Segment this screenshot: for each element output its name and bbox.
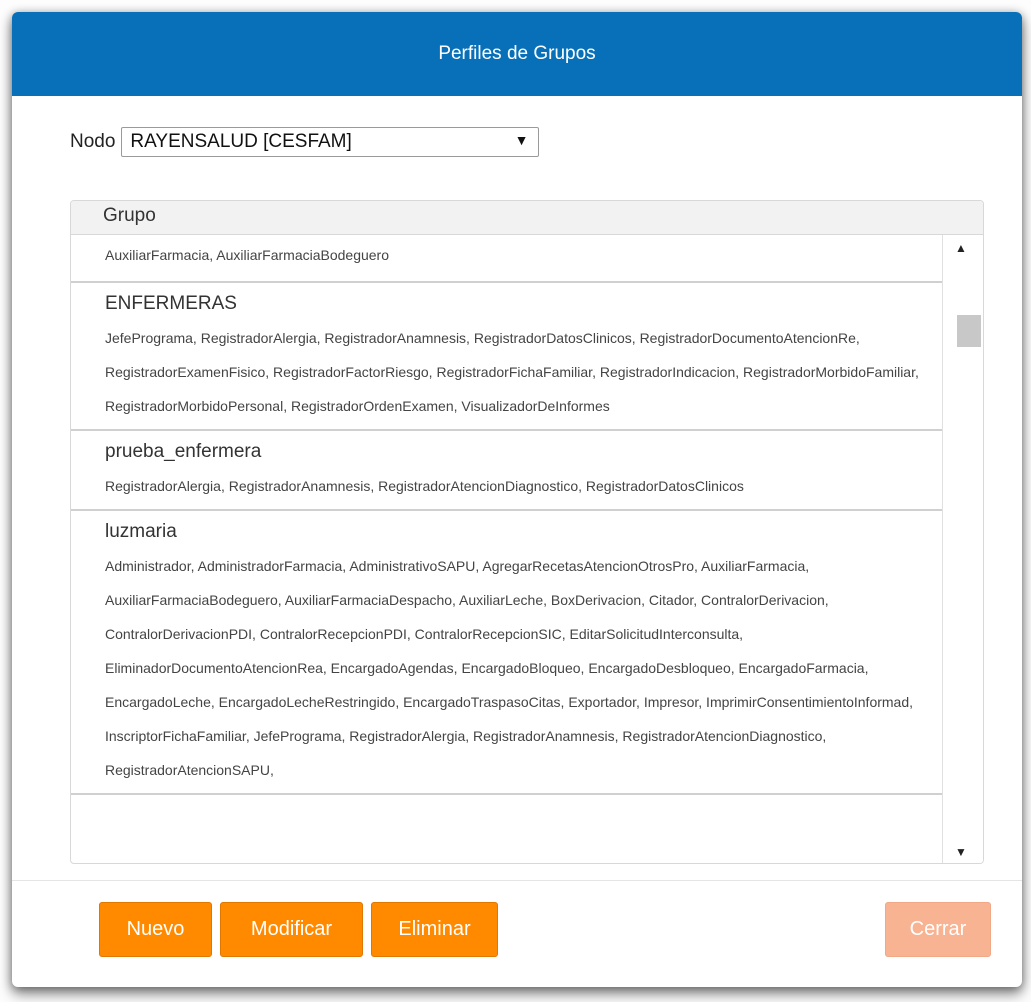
nodo-row: Nodo RAYENSALUD [CESFAM] ▼ [70,127,540,157]
grupos-grid: Grupo AuxiliarFarmacia, AuxiliarFarmacia… [70,200,984,864]
nodo-select-value: RAYENSALUD [CESFAM] [130,131,352,152]
nuevo-button[interactable]: Nuevo [99,902,212,957]
perfiles-grupos-dialog: Perfiles de Grupos Nodo RAYENSALUD [CESF… [12,12,1022,987]
cerrar-button[interactable]: Cerrar [885,902,991,957]
table-row[interactable]: AuxiliarFarmacia, AuxiliarFarmaciaBodegu… [71,235,945,283]
scroll-down-arrow-icon[interactable]: ▼ [955,845,967,859]
table-row[interactable]: prueba_enfermera RegistradorAlergia, Reg… [71,431,945,511]
grid-body: AuxiliarFarmacia, AuxiliarFarmaciaBodegu… [71,235,945,863]
row-perms: AuxiliarFarmacia, AuxiliarFarmaciaBodegu… [105,247,390,263]
dialog-titlebar: Perfiles de Grupos [12,12,1022,96]
row-perms: JefePrograma, RegistradorAlergia, Regist… [105,330,919,414]
row-name: luzmaria [105,521,177,542]
grid-header-grupo[interactable]: Grupo [71,201,983,235]
footer-divider [12,880,1022,881]
scrollbar-thumb[interactable] [957,315,981,347]
table-row[interactable]: luzmaria Administrador, AdministradorFar… [71,511,945,795]
dialog-title: Perfiles de Grupos [438,43,596,64]
scroll-up-arrow-icon[interactable]: ▲ [955,241,967,255]
nodo-select[interactable]: RAYENSALUD [CESFAM] ▼ [121,127,540,157]
eliminar-button[interactable]: Eliminar [371,902,498,957]
row-name: prueba_enfermera [105,441,262,462]
table-row[interactable]: ENFERMERAS JefePrograma, RegistradorAler… [71,283,945,431]
row-perms: RegistradorAlergia, RegistradorAnamnesis… [105,478,744,494]
grid-scrollbar[interactable]: ▲ ▼ [942,235,983,863]
grid-header-label: Grupo [103,205,156,226]
chevron-down-icon: ▼ [514,132,529,148]
nodo-label: Nodo [70,131,116,152]
row-name: ENFERMERAS [105,293,237,314]
modificar-button[interactable]: Modificar [220,902,363,957]
row-perms: Administrador, AdministradorFarmacia, Ad… [105,558,914,778]
